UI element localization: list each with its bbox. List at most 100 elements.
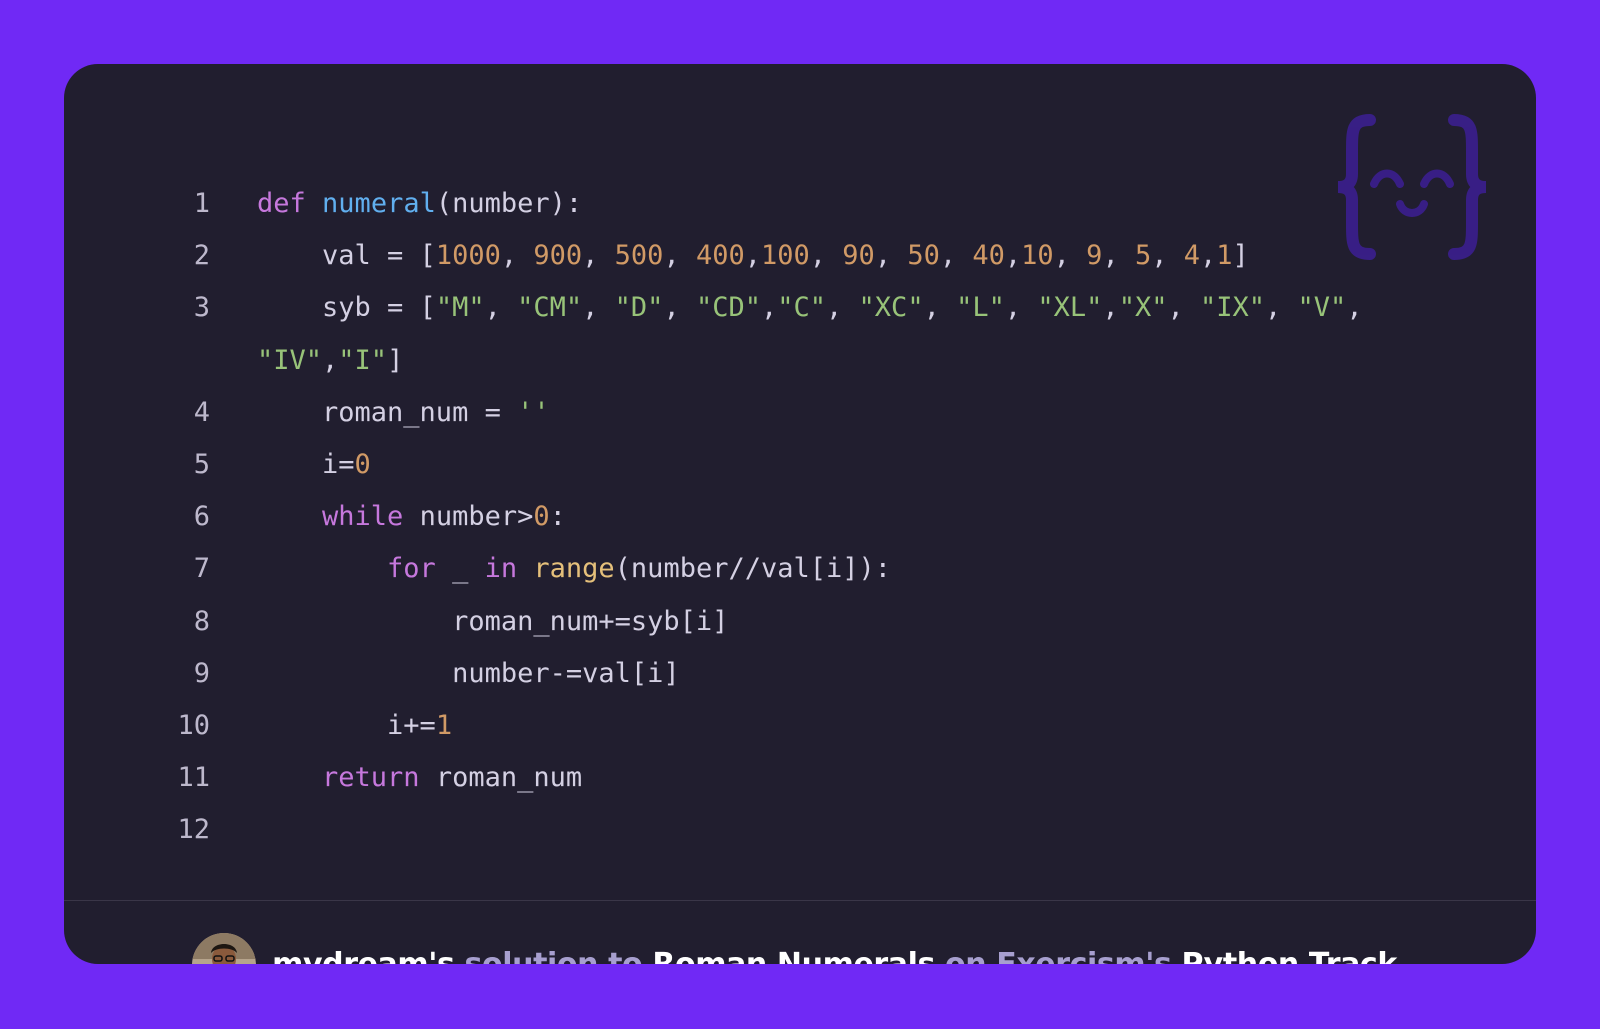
code-token: 50 <box>907 240 940 272</box>
code-token: 90 <box>842 240 875 272</box>
code-text: syb = ["M", "CM", "D", "CD","C", "XC", "… <box>257 282 1363 334</box>
code-token: "IV" <box>257 344 323 376</box>
code-token: 5 <box>1134 240 1152 272</box>
code-line: 12 <box>64 804 1536 856</box>
code-token: ] <box>387 344 404 376</box>
code-token: _ <box>435 553 485 585</box>
code-token: , <box>1167 292 1200 324</box>
solution-to-text: solution to <box>455 947 653 964</box>
code-token: 1000 <box>435 240 501 272</box>
line-number: 7 <box>193 553 210 585</box>
author-name[interactable]: mvdream's <box>272 947 455 964</box>
line-number: 4 <box>193 396 210 428</box>
site-name[interactable]: Exercism's <box>996 947 1172 964</box>
code-token: , <box>500 240 534 272</box>
code-token: , <box>1004 240 1022 272</box>
line-number: 2 <box>193 240 210 272</box>
code-token: (number//val[i]): <box>614 553 892 585</box>
line-number: 9 <box>193 657 210 689</box>
code-token: "X" <box>1118 292 1168 324</box>
code-token: val = [ <box>257 240 436 272</box>
code-token: : <box>549 501 566 533</box>
code-token: "V" <box>1297 292 1347 324</box>
code-card: 1 def numeral(number): 2 val = [1000, 900,… <box>64 64 1536 964</box>
line-number: 5 <box>193 449 210 480</box>
code-token: , <box>663 240 696 272</box>
code-token: , <box>1151 240 1184 272</box>
code-token: , <box>1004 292 1038 324</box>
code-token: '' <box>517 396 550 428</box>
code-line: 8 roman_num+=syb[i] <box>64 596 1536 648</box>
code-token: "CD" <box>695 292 761 324</box>
line-number: 3 <box>193 292 210 324</box>
code-token: 900 <box>533 240 583 272</box>
line-number: 10 <box>177 710 210 741</box>
code-text: while number>0: <box>257 491 566 543</box>
code-token: roman_num <box>419 762 583 794</box>
code-token: return <box>322 762 420 794</box>
code-token: "XL" <box>1037 292 1103 324</box>
code-text: number-=val[i] <box>257 648 680 700</box>
code-line: 5 i=0 <box>64 439 1536 491</box>
code-token: (number): <box>435 188 583 219</box>
track-name[interactable]: Python Track. <box>1171 947 1409 964</box>
code-token: ] <box>1232 240 1249 272</box>
code-text: def numeral(number): <box>257 178 582 230</box>
code-text: roman_num+=syb[i] <box>257 596 728 648</box>
code-token: 1 <box>435 710 453 741</box>
code-token: 40 <box>972 240 1005 272</box>
code-token: for <box>387 553 436 585</box>
user-avatar-icon <box>192 932 257 964</box>
line-number: 11 <box>177 762 210 794</box>
code-token: , <box>923 292 957 324</box>
exercism-logo-icon <box>1337 114 1487 260</box>
code-line: 4 roman_num = '' <box>64 387 1536 439</box>
line-number: 12 <box>177 814 210 846</box>
code-token: roman_num = <box>257 396 518 428</box>
exercise-name[interactable]: Roman Numerals <box>652 947 935 964</box>
code-line: 9 number-=val[i] <box>64 648 1536 700</box>
code-token: , <box>1102 240 1135 272</box>
code-token: 1 <box>1216 240 1233 272</box>
code-text: i=0 <box>257 439 371 491</box>
code-token: in <box>484 553 518 585</box>
code-token: 500 <box>614 240 664 272</box>
code-token: , <box>939 240 973 272</box>
code-token: 10 <box>1021 240 1054 272</box>
code-token: , <box>744 240 761 272</box>
code-token: "D" <box>614 292 664 324</box>
code-line: 10 i+=1 <box>64 700 1536 752</box>
code-token: "M" <box>435 292 485 324</box>
code-token: , <box>826 292 859 324</box>
code-token: , <box>322 344 339 376</box>
code-token: "XC" <box>858 292 924 324</box>
code-token: i+= <box>257 710 436 741</box>
code-text: "IV","I"] <box>257 335 403 387</box>
code-token: 100 <box>761 240 810 272</box>
code-token: , <box>582 292 615 324</box>
code-token: "C" <box>777 292 827 324</box>
code-token: "CM" <box>517 292 583 324</box>
code-line: 3 syb = ["M", "CM", "D", "CD","C", "XC",… <box>64 282 1536 334</box>
code-token: range <box>533 553 615 585</box>
code-token: while <box>322 501 404 533</box>
code-token: , <box>1265 292 1298 324</box>
code-token: 9 <box>1086 240 1103 272</box>
code-token: number-=val[i] <box>257 657 680 689</box>
code-text: roman_num = '' <box>257 387 550 439</box>
code-token: , <box>760 292 778 324</box>
code-token: "I" <box>338 344 388 376</box>
line-number: 6 <box>193 501 210 533</box>
code-token: i= <box>257 449 355 480</box>
code-line: 1 def numeral(number): <box>64 178 1536 230</box>
code-token: def <box>257 188 306 219</box>
avatar <box>192 932 257 964</box>
on-text: on <box>935 947 996 964</box>
code-text: return roman_num <box>257 752 582 804</box>
code-text: for _ in range(number//val[i]): <box>257 543 891 595</box>
code-token: , <box>1346 292 1363 324</box>
